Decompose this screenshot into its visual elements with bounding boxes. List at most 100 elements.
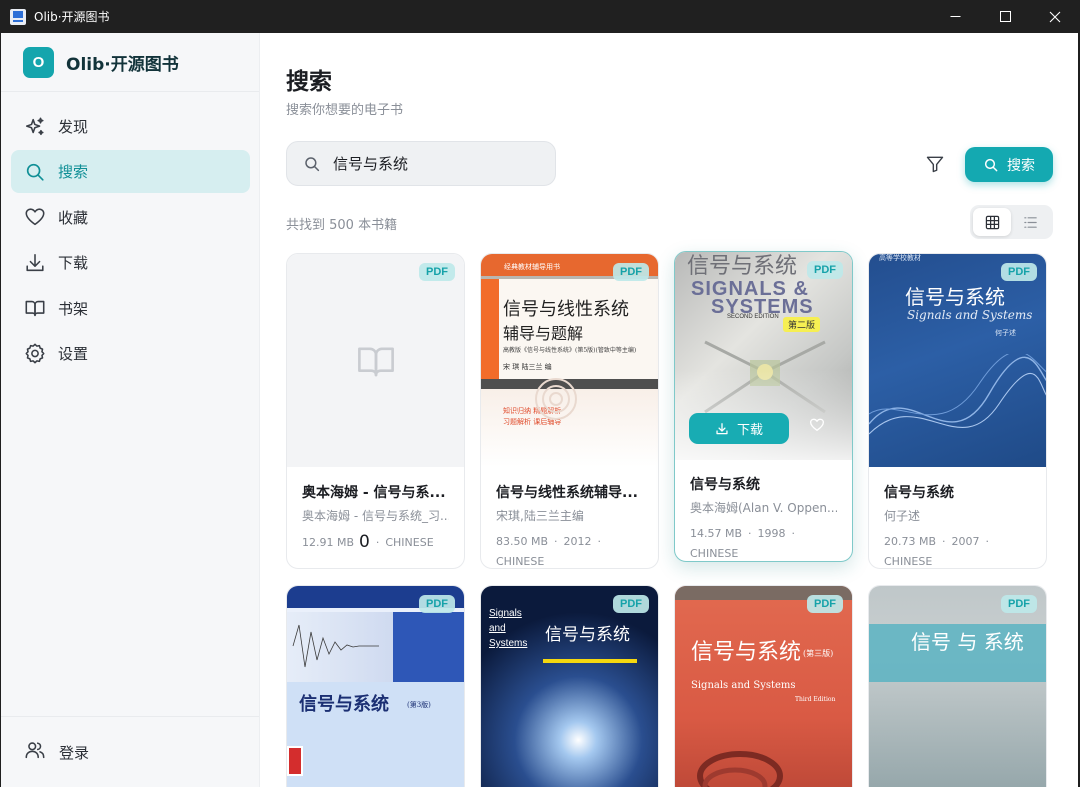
format-badge: PDF [419, 263, 455, 281]
close-window-button[interactable] [1030, 0, 1080, 33]
cover-authors: 宋 琪 陆三兰 编 [503, 363, 552, 371]
book-card[interactable]: 信号与系统 (第三版) Signals and Systems Third Ed… [674, 585, 853, 787]
download-icon [24, 252, 46, 274]
main-content: 搜索 搜索你想要的电子书 搜索 共找到 500 本书籍 [260, 33, 1078, 787]
cover-art [697, 751, 783, 787]
book-author: 何子述 [884, 509, 921, 523]
sparkles-icon [24, 116, 46, 138]
cover-author: 何子述 [995, 329, 1016, 337]
book-meta: 14.57 MB · 1998 · CHINESE [690, 527, 796, 560]
favorite-button[interactable] [802, 410, 832, 440]
format-badge: PDF [1001, 263, 1037, 281]
cover-edition: (第三版) [803, 649, 834, 658]
book-cover: 信号与系统 (第3版) PDF [287, 586, 464, 787]
cover-series: 经典教材辅导用书 [504, 263, 560, 271]
page-title: 搜索 [286, 69, 332, 95]
cover-edition: 第二版 [783, 317, 821, 332]
book-cover: 经典教材辅导用书 信号与线性系统 辅导与题解 高教版《信号与线性系统》(第5版)… [481, 254, 658, 467]
filter-icon [926, 156, 944, 173]
result-count: 共找到 500 本书籍 [286, 218, 398, 233]
brand-name: Olib·开源图书 [66, 54, 179, 75]
cover-note: 高教版《信号与线性系统》(第5版)(管致中等主编) [503, 347, 637, 354]
search-icon [24, 161, 46, 183]
cover-edition: SECOND EDITION [727, 314, 779, 320]
cover-title: and [489, 623, 506, 634]
maximize-button[interactable] [980, 0, 1030, 33]
download-label: 下载 [736, 423, 763, 438]
book-year: 2007 [951, 535, 980, 548]
sidebar-item-bookshelf[interactable]: 书架 [11, 287, 250, 330]
search-box[interactable] [286, 141, 556, 186]
login-button[interactable]: 登录 [1, 716, 259, 787]
book-cover: Signals and Systems 信号与系统 PDF [481, 586, 658, 787]
book-title: 奥本海姆 - 信号与系... [302, 485, 446, 501]
cover-placeholder [287, 254, 464, 467]
sidebar-item-label: 发现 [58, 118, 89, 136]
app-icon [10, 8, 26, 25]
sidebar-nav: 发现 搜索 收藏 下载 书架 设置 [1, 92, 259, 375]
search-button[interactable]: 搜索 [965, 147, 1053, 182]
cover-title: Systems [489, 638, 528, 649]
book-extra: 0 [359, 532, 370, 552]
maximize-icon [999, 11, 1011, 22]
window-titlebar: Olib·开源图书 [0, 0, 1080, 33]
book-card[interactable]: 高等学校教材 信号与系统 Signals and Systems 何子述 PDF… [868, 253, 1047, 569]
format-badge: PDF [613, 263, 649, 281]
cover-title: 信号与系统 [299, 694, 389, 715]
book-meta: 20.73 MB · 2007 · CHINESE [884, 535, 990, 568]
close-icon [1049, 11, 1061, 22]
book-author: 宋琪,陆三兰主编 [496, 509, 584, 523]
cover-title: 信号与系统 [905, 285, 1005, 309]
format-badge: PDF [1001, 595, 1037, 613]
sidebar-item-settings[interactable]: 设置 [11, 332, 250, 375]
grid-icon [985, 215, 999, 229]
sidebar-item-favorites[interactable]: 收藏 [11, 196, 250, 239]
search-input[interactable] [333, 154, 533, 173]
sidebar-item-discover[interactable]: 发现 [11, 105, 250, 148]
book-size: 14.57 MB [690, 527, 743, 540]
filter-button[interactable] [923, 152, 947, 176]
book-cover: 高等学校教材 信号与系统 Signals and Systems 何子述 PDF [869, 254, 1046, 467]
download-button[interactable]: 下载 [689, 413, 789, 444]
download-icon [716, 422, 728, 434]
book-language: CHINESE [385, 536, 434, 549]
page-subtitle: 搜索你想要的电子书 [286, 103, 404, 118]
book-card[interactable]: 信号 与 系统 PDF [868, 585, 1047, 787]
cover-art [535, 378, 577, 420]
minimize-button[interactable] [930, 0, 980, 33]
search-button-label: 搜索 [1007, 157, 1035, 174]
heart-icon [810, 418, 824, 431]
book-size: 12.91 MB [302, 536, 355, 549]
book-meta: 83.50 MB · 2012 · CHINESE [496, 535, 602, 568]
users-icon [24, 739, 46, 765]
book-size: 20.73 MB [884, 535, 937, 548]
book-card[interactable]: 经典教材辅导用书 信号与线性系统 辅导与题解 高教版《信号与线性系统》(第5版)… [480, 253, 659, 569]
cover-title: 辅导与题解 [503, 324, 584, 343]
book-language: CHINESE [496, 555, 545, 568]
minimize-icon [950, 16, 960, 17]
cover-edition: (第3版) [407, 701, 431, 709]
grid-view-button[interactable] [973, 208, 1011, 236]
book-card[interactable]: 信号与系统 (第3版) PDF [286, 585, 465, 787]
book-card[interactable]: PDF 奥本海姆 - 信号与系... 奥本海姆 - 信号与系统_习... 12.… [286, 253, 465, 569]
cover-title: 信号与线性系统 [503, 299, 629, 320]
list-view-button[interactable] [1011, 208, 1049, 236]
book-cover: PDF [287, 254, 464, 467]
book-title: 信号与系统 [690, 477, 760, 493]
book-year: 2012 [563, 535, 592, 548]
book-card[interactable]: 信号与系统 SIGNALS & SYSTEMS SECOND EDITION 第… [674, 251, 853, 562]
sidebar-item-downloads[interactable]: 下载 [11, 241, 250, 284]
cover-title: 信号 与 系统 [911, 630, 1024, 654]
book-title: 信号与线性系统辅导... [496, 485, 638, 501]
format-badge: PDF [613, 595, 649, 613]
sidebar-item-label: 搜索 [58, 163, 89, 182]
gear-icon [24, 342, 46, 364]
window-title: Olib·开源图书 [34, 10, 110, 24]
sidebar-item-label: 书架 [58, 299, 89, 318]
book-language: CHINESE [884, 555, 933, 568]
book-year: 1998 [757, 527, 786, 540]
sidebar-item-label: 收藏 [58, 208, 89, 227]
sidebar-item-search[interactable]: 搜索 [11, 150, 250, 194]
book-card[interactable]: Signals and Systems 信号与系统 PDF [480, 585, 659, 787]
cover-title: Signals and Systems [907, 308, 1033, 322]
